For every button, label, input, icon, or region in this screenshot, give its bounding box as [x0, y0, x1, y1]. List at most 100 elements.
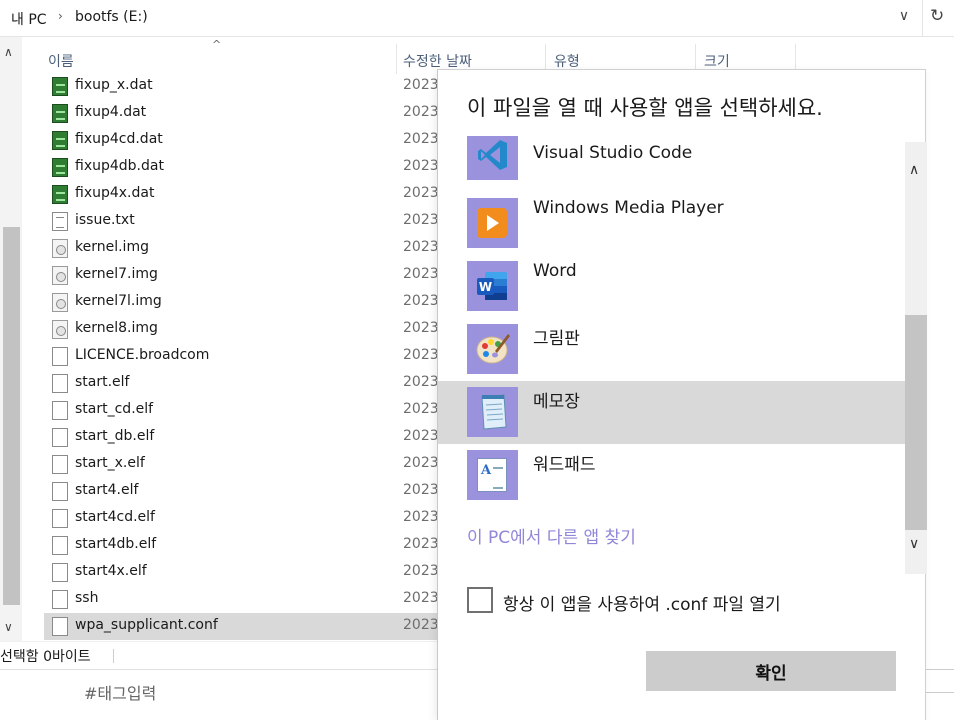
file-name: fixup4cd.dat	[75, 131, 163, 147]
app-name: Visual Studio Code	[533, 143, 693, 163]
file-row[interactable]: wpa_supplicant.conf 2023	[44, 613, 440, 640]
file-date: 2023	[403, 347, 439, 363]
file-name: start_x.elf	[75, 455, 145, 471]
app-item-notepad[interactable]: 메모장	[438, 381, 905, 444]
address-dropdown-icon[interactable]: ∨	[894, 8, 914, 28]
refresh-icon[interactable]: ↻	[930, 6, 944, 26]
file-row[interactable]: start4db.elf 2023	[44, 532, 440, 559]
file-date: 2023	[403, 131, 439, 147]
file-date: 2023	[403, 239, 439, 255]
scrollbar-thumb[interactable]	[3, 227, 20, 605]
app-name: Windows Media Player	[533, 198, 724, 218]
file-date: 2023	[403, 590, 439, 606]
file-row[interactable]: start4cd.elf 2023	[44, 505, 440, 532]
file-name: start_cd.elf	[75, 401, 154, 417]
dat-file-icon	[52, 131, 68, 150]
blank-file-icon	[52, 401, 68, 420]
dat-file-icon	[52, 77, 68, 96]
app-item-word[interactable]: W Word	[438, 255, 905, 318]
file-row[interactable]: fixup4cd.dat 2023	[44, 127, 440, 154]
dialog-title: 이 파일을 열 때 사용할 앱을 선택하세요.	[467, 96, 823, 120]
text-file-icon	[52, 212, 68, 231]
file-row[interactable]: fixup4db.dat 2023	[44, 154, 440, 181]
file-row[interactable]: ssh 2023	[44, 586, 440, 613]
blank-file-icon	[52, 590, 68, 609]
column-header-name-label: 이름	[48, 54, 74, 70]
file-name: ssh	[75, 590, 99, 606]
file-name: kernel8.img	[75, 320, 158, 336]
file-row[interactable]: fixup_x.dat 2023	[44, 73, 440, 100]
column-header-modified-label: 수정한 날짜	[403, 54, 472, 70]
breadcrumb-separator-icon: ›	[58, 9, 63, 23]
file-list-scrollbar[interactable]: ∧ ∨	[0, 37, 22, 641]
app-name: 워드패드	[533, 455, 596, 475]
address-bar[interactable]: 내 PC › bootfs (E:) ∨ ↻	[0, 0, 954, 37]
scroll-up-icon[interactable]: ∧	[909, 162, 919, 178]
scrollbar-thumb[interactable]	[905, 315, 927, 530]
app-name: 그림판	[533, 329, 580, 349]
file-name: start4cd.elf	[75, 509, 155, 525]
app-list-scrollbar[interactable]: ∧ ∨	[905, 142, 927, 574]
file-row[interactable]: start4x.elf 2023	[44, 559, 440, 586]
blank-file-icon	[52, 617, 68, 636]
tag-input-area[interactable]: #태그입력	[0, 669, 440, 720]
file-row[interactable]: start4.elf 2023	[44, 478, 440, 505]
always-use-checkbox[interactable]	[467, 587, 493, 613]
file-row[interactable]: LICENCE.broadcom 2023	[44, 343, 440, 370]
file-name: fixup4x.dat	[75, 185, 155, 201]
file-row[interactable]: kernel7.img 2023	[44, 262, 440, 289]
file-row[interactable]: start_db.elf 2023	[44, 424, 440, 451]
blank-file-icon	[52, 482, 68, 501]
notepad-icon	[467, 387, 518, 437]
app-item-vscode[interactable]: Visual Studio Code	[438, 136, 905, 192]
tag-input[interactable]: #태그입력	[84, 680, 156, 704]
app-list: Visual Studio Code Windows Media Player …	[438, 136, 905, 574]
file-row[interactable]: start_cd.elf 2023	[44, 397, 440, 424]
file-name: kernel.img	[75, 239, 149, 255]
file-name: kernel7.img	[75, 266, 158, 282]
find-more-apps-link[interactable]: 이 PC에서 다른 앱 찾기	[467, 523, 636, 548]
file-name: wpa_supplicant.conf	[75, 617, 218, 633]
file-row[interactable]: start_x.elf 2023	[44, 451, 440, 478]
file-date: 2023	[403, 320, 439, 336]
dat-file-icon	[52, 104, 68, 123]
app-item-wordpad[interactable]: 워드패드	[438, 444, 905, 507]
file-date: 2023	[403, 212, 439, 228]
blank-file-icon	[52, 374, 68, 393]
file-row[interactable]: fixup4x.dat 2023	[44, 181, 440, 208]
ok-button[interactable]: 확인	[646, 651, 896, 691]
app-item-paint[interactable]: 그림판	[438, 318, 905, 381]
scroll-up-icon[interactable]: ∧	[4, 45, 13, 59]
scroll-down-icon[interactable]: ∨	[4, 620, 13, 634]
file-row[interactable]: issue.txt 2023	[44, 208, 440, 235]
blank-file-icon	[52, 536, 68, 555]
file-row[interactable]: kernel7l.img 2023	[44, 289, 440, 316]
file-name: start.elf	[75, 374, 130, 390]
file-date: 2023	[403, 536, 439, 552]
file-date: 2023	[403, 428, 439, 444]
file-name: start_db.elf	[75, 428, 155, 444]
dat-file-icon	[52, 158, 68, 177]
always-use-label[interactable]: 항상 이 앱을 사용하여 .conf 파일 열기	[503, 590, 781, 615]
file-row[interactable]: start.elf 2023	[44, 370, 440, 397]
breadcrumb-drive[interactable]: bootfs (E:)	[75, 9, 148, 25]
app-item-windows-media-player[interactable]: Windows Media Player	[438, 192, 905, 255]
file-date: 2023	[403, 104, 439, 120]
disc-image-icon	[52, 266, 68, 285]
blank-file-icon	[52, 563, 68, 582]
vscode-icon	[467, 136, 518, 180]
column-divider[interactable]	[396, 44, 397, 74]
file-date: 2023	[403, 401, 439, 417]
breadcrumb-this-pc[interactable]: 내 PC	[11, 9, 47, 29]
file-date: 2023	[403, 293, 439, 309]
file-row[interactable]: kernel.img 2023	[44, 235, 440, 262]
blank-file-icon	[52, 347, 68, 366]
file-date: 2023	[403, 482, 439, 498]
scroll-down-icon[interactable]: ∨	[909, 536, 919, 552]
column-header-name[interactable]: 이름	[48, 44, 396, 74]
file-date: 2023	[403, 455, 439, 471]
file-row[interactable]: kernel8.img 2023	[44, 316, 440, 343]
column-header-size-label: 크기	[704, 54, 730, 70]
file-row[interactable]: fixup4.dat 2023	[44, 100, 440, 127]
blank-file-icon	[52, 509, 68, 528]
